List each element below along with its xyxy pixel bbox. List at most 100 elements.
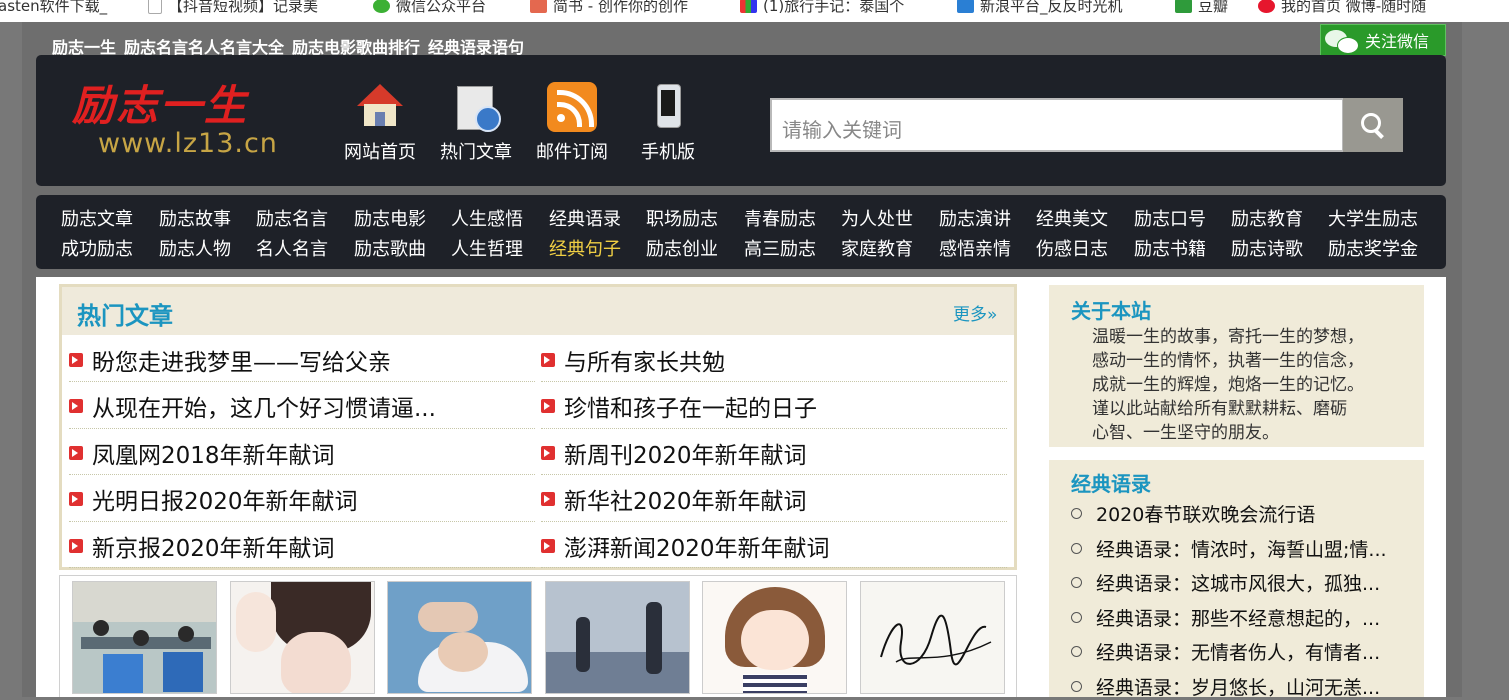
bookmark-label: 微信公众平台 [396, 0, 487, 15]
page-icon [148, 0, 162, 14]
circle-bullet-icon [1071, 681, 1082, 692]
topnav-mobile[interactable]: 手机版 [628, 82, 708, 164]
classroom-photo[interactable] [72, 581, 217, 694]
rss-icon [547, 82, 597, 132]
quote-title: 经典语录：情浓时，海誓山盟;情... [1096, 538, 1387, 561]
category-link[interactable]: 伤感日志 [1036, 235, 1108, 261]
category-link[interactable]: 青春励志 [744, 205, 816, 231]
about-text-line: 心智、一生坚守的朋友。 [1092, 423, 1279, 443]
mosaic-icon [740, 0, 757, 13]
wechat-icon [373, 0, 390, 13]
topnav-home[interactable]: 网站首页 [340, 82, 420, 164]
hot-article-title: 盼您走进我梦里——写给父亲 [92, 349, 391, 376]
hot-article-title: 澎湃新闻2020年新年献词 [564, 535, 830, 562]
bookmark-label: 新浪平台_反反时光机 [980, 0, 1123, 15]
crying-boy-drawing[interactable] [230, 581, 375, 694]
hot-article-link[interactable]: 新京报2020年新年献词 [69, 524, 535, 568]
bookmark-label: (1)旅行手记：泰国个 [763, 0, 905, 15]
bookmark-item[interactable]: 【抖音短视频】记录美 [148, 0, 318, 14]
quote-title: 2020春节联欢晚会流行语 [1096, 504, 1316, 526]
arrow-bullet-icon [69, 538, 83, 553]
category-link[interactable]: 励志歌曲 [354, 235, 426, 261]
quote-link[interactable]: 2020春节联欢晚会流行语 [1071, 500, 1315, 527]
bookmark-item[interactable]: 新浪平台_反反时光机 [957, 0, 1123, 14]
category-link[interactable]: 人生感悟 [451, 205, 523, 231]
bookmark-label: 我的首页 微博-随时随 [1281, 0, 1427, 15]
hot-article-link[interactable]: 盼您走进我梦里——写给父亲 [69, 338, 535, 382]
hot-article-title: 新华社2020年新年献词 [564, 489, 807, 515]
category-link[interactable]: 励志奖学金 [1328, 235, 1418, 261]
circle-bullet-icon [1071, 611, 1082, 623]
category-link[interactable]: 励志人物 [159, 235, 231, 261]
topnav-email-subscribe[interactable]: 邮件订阅 [532, 82, 612, 164]
hot-article-title: 新京报2020年新年献词 [92, 535, 335, 562]
category-link[interactable]: 成功励志 [61, 235, 133, 261]
category-link[interactable]: 励志教育 [1231, 205, 1303, 231]
category-link[interactable]: 励志名言 [256, 205, 328, 231]
signature-image[interactable] [860, 581, 1005, 694]
search-input[interactable]: 请输入关键词 [770, 98, 1344, 152]
bookmark-item[interactable]: 豆瓣 [1175, 0, 1228, 14]
quote-title: 经典语录：无情者伤人，有情者... [1096, 642, 1381, 665]
bookmark-item[interactable]: 简书 - 创作你的创作 [530, 0, 688, 14]
bookmark-item[interactable]: 我的首页 微博-随时随 [1258, 0, 1426, 14]
category-link[interactable]: 感悟亲情 [939, 235, 1011, 261]
category-link[interactable]: 励志创业 [646, 235, 718, 261]
category-link[interactable]: 为人处世 [841, 205, 913, 231]
quote-link[interactable]: 经典语录：这城市风很大，孤独... [1071, 569, 1380, 596]
hot-article-link[interactable]: 与所有家长共勉 [541, 338, 1007, 382]
pregnant-woman-photo[interactable] [387, 581, 532, 694]
hot-article-title: 珍惜和孩子在一起的日子 [564, 396, 817, 422]
girl-drawing[interactable] [702, 581, 847, 694]
about-text-line: 成就一生的辉煌，炮烙一生的记忆。 [1092, 375, 1364, 395]
category-link[interactable]: 经典美文 [1036, 205, 1108, 231]
rain-sketch[interactable] [545, 581, 690, 694]
hot-article-link[interactable]: 光明日报2020年新年献词 [69, 478, 535, 522]
site-logo-url[interactable]: www.lz13.cn [98, 128, 278, 159]
category-link[interactable]: 人生哲理 [451, 235, 523, 261]
category-link[interactable]: 励志文章 [61, 205, 133, 231]
category-link[interactable]: 经典句子 [549, 235, 621, 261]
hot-article-link[interactable]: 新周刊2020年新年献词 [541, 431, 1007, 475]
search-button[interactable] [1343, 98, 1403, 152]
quote-link[interactable]: 经典语录：岁月悠长，山河无恙... [1071, 673, 1380, 700]
quote-link[interactable]: 经典语录：那些不经意想起的，... [1071, 604, 1380, 631]
news-globe-icon [451, 82, 501, 132]
topnav-hot-articles[interactable]: 热门文章 [436, 82, 516, 164]
category-link[interactable]: 职场励志 [646, 205, 718, 231]
category-link[interactable]: 高三励志 [744, 235, 816, 261]
more-link[interactable]: 更多» [953, 300, 997, 325]
bookmark-item[interactable]: (1)旅行手记：泰国个 [740, 0, 904, 14]
phone-icon [643, 82, 693, 132]
arrow-bullet-icon [69, 399, 83, 413]
category-link[interactable]: 家庭教育 [841, 235, 913, 261]
hot-article-link[interactable]: 澎湃新闻2020年新年献词 [541, 524, 1007, 568]
hot-article-link[interactable]: 从现在开始，这几个好习惯请逼... [69, 385, 535, 429]
quote-title: 经典语录：岁月悠长，山河无恙... [1096, 677, 1381, 699]
bookmark-item[interactable]: 微信公众平台 [373, 0, 486, 14]
category-link[interactable]: 名人名言 [256, 235, 328, 261]
topnav-label: 热门文章 [440, 142, 512, 163]
bookmark-item[interactable]: asten软件下载_ [0, 0, 107, 14]
category-link[interactable]: 励志书籍 [1134, 235, 1206, 261]
category-link[interactable]: 励志演讲 [939, 205, 1011, 231]
quotes-title: 经典语录 [1071, 472, 1151, 496]
hot-articles-title: 热门文章 [77, 302, 173, 330]
arrow-bullet-icon [541, 445, 555, 460]
category-link[interactable]: 励志电影 [354, 205, 426, 231]
category-link[interactable]: 励志口号 [1134, 205, 1206, 231]
wechat-follow-button[interactable]: 关注微信 [1320, 24, 1446, 56]
hot-article-title: 与所有家长共勉 [564, 349, 725, 376]
hot-article-link[interactable]: 新华社2020年新年献词 [541, 478, 1007, 522]
weibo-icon [1258, 0, 1275, 13]
category-link[interactable]: 励志诗歌 [1231, 235, 1303, 261]
category-link[interactable]: 大学生励志 [1328, 205, 1418, 231]
quote-link[interactable]: 经典语录：无情者伤人，有情者... [1071, 638, 1380, 665]
hot-article-link[interactable]: 珍惜和孩子在一起的日子 [541, 385, 1007, 429]
hot-article-link[interactable]: 凤凰网2018年新年献词 [69, 431, 535, 475]
category-link[interactable]: 经典语录 [549, 205, 621, 231]
douban-icon [1175, 0, 1192, 13]
category-link[interactable]: 励志故事 [159, 205, 231, 231]
quote-link[interactable]: 经典语录：情浓时，海誓山盟;情... [1071, 535, 1387, 562]
site-logo[interactable]: 励志一生 [72, 72, 248, 133]
